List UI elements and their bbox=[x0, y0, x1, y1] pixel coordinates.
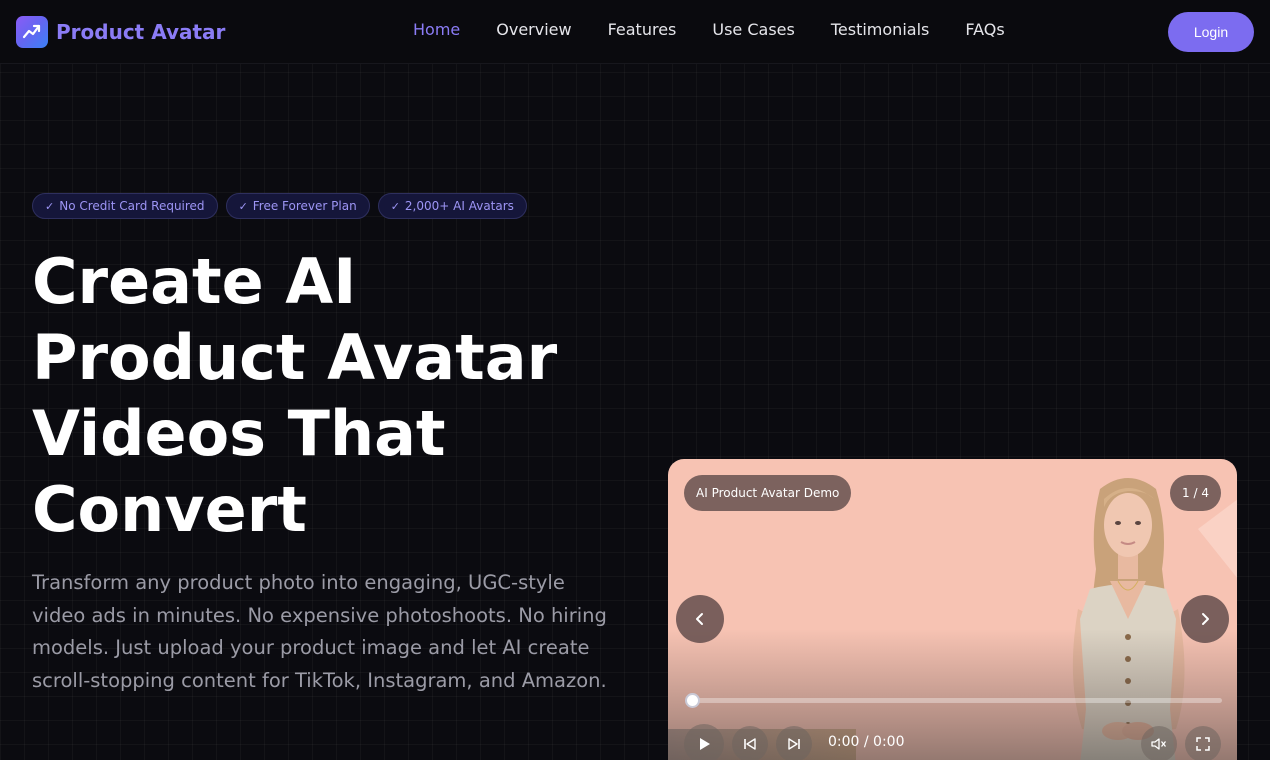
play-button[interactable] bbox=[684, 724, 724, 760]
chevron-left-icon bbox=[696, 613, 703, 625]
fullscreen-button[interactable] bbox=[1185, 726, 1221, 760]
trending-up-chart-icon bbox=[16, 16, 48, 48]
demo-video-player[interactable]: AI Product Avatar Demo 1 / 4 0:00 / 0:00 bbox=[668, 459, 1237, 760]
brand-name: Product Avatar bbox=[56, 20, 226, 44]
chevron-right-icon bbox=[1202, 613, 1209, 625]
nav-links: Home Overview Features Use Cases Testimo… bbox=[395, 20, 1023, 39]
slide-counter: 1 / 4 bbox=[1170, 475, 1221, 511]
play-icon bbox=[700, 738, 710, 750]
nav-link-testimonials[interactable]: Testimonials bbox=[831, 20, 930, 39]
feature-badges: ✓ No Credit Card Required ✓ Free Forever… bbox=[32, 193, 535, 219]
fullscreen-icon bbox=[1196, 737, 1210, 751]
login-button[interactable]: Login bbox=[1168, 12, 1254, 52]
video-title-badge: AI Product Avatar Demo bbox=[684, 475, 852, 511]
previous-slide-button[interactable] bbox=[676, 595, 724, 643]
nav-link-features[interactable]: Features bbox=[608, 20, 677, 39]
badge-no-credit-card: ✓ No Credit Card Required bbox=[32, 193, 218, 219]
hero-subtext: Transform any product photo into engagin… bbox=[32, 571, 607, 692]
badge-ai-avatars: ✓ 2,000+ AI Avatars bbox=[377, 193, 527, 219]
nav-link-overview[interactable]: Overview bbox=[496, 20, 571, 39]
brand[interactable]: Product Avatar bbox=[16, 16, 225, 48]
check-icon: ✓ bbox=[390, 199, 400, 213]
badge-label: No Credit Card Required bbox=[59, 199, 205, 213]
hero-headline: Create AI Product Avatar Videos That Con… bbox=[32, 244, 632, 548]
mute-button[interactable] bbox=[1141, 726, 1177, 760]
nav-link-faqs[interactable]: FAQs bbox=[965, 20, 1004, 39]
nav-link-home[interactable]: Home bbox=[413, 20, 460, 39]
volume-mute-icon bbox=[1151, 738, 1167, 750]
video-progress-knob[interactable] bbox=[685, 693, 700, 708]
headline-line: Create AI bbox=[32, 245, 357, 318]
check-icon: ✓ bbox=[45, 199, 55, 213]
badge-label: 2,000+ AI Avatars bbox=[404, 199, 514, 213]
video-progress-bar[interactable] bbox=[685, 693, 1222, 708]
video-time: 0:00 / 0:00 bbox=[828, 734, 905, 750]
headline-line: Convert bbox=[32, 473, 307, 546]
skip-forward-icon bbox=[788, 738, 800, 750]
skip-forward-button[interactable] bbox=[776, 726, 812, 760]
next-slide-button[interactable] bbox=[1181, 595, 1229, 643]
badge-free-plan: ✓ Free Forever Plan bbox=[225, 193, 370, 219]
top-navbar: Product Avatar Home Overview Features Us… bbox=[0, 0, 1270, 64]
skip-back-button[interactable] bbox=[732, 726, 768, 760]
skip-back-icon bbox=[744, 738, 756, 750]
nav-link-use-cases[interactable]: Use Cases bbox=[712, 20, 794, 39]
headline-line: Videos That bbox=[32, 397, 446, 470]
badge-label: Free Forever Plan bbox=[252, 199, 357, 213]
headline-line: Product Avatar bbox=[32, 321, 558, 394]
check-icon: ✓ bbox=[238, 199, 248, 213]
